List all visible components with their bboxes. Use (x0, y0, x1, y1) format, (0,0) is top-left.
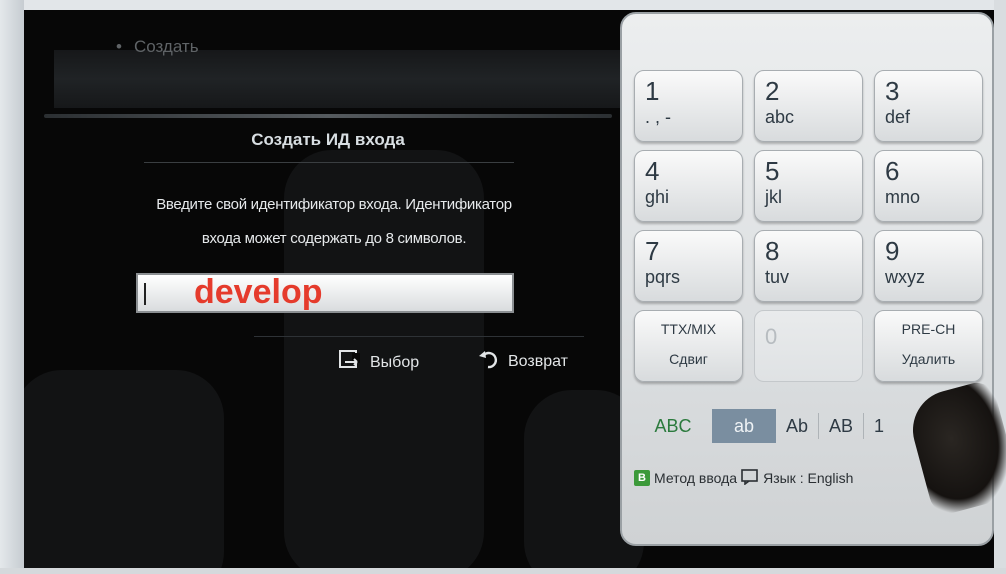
key-number: 3 (885, 76, 900, 106)
back-hint[interactable]: Возврат (478, 349, 568, 374)
key-number: 2 (765, 76, 780, 106)
key-0[interactable]: 0 (754, 310, 863, 382)
login-id-input[interactable]: develop (136, 273, 514, 313)
key-number: 8 (765, 236, 780, 266)
key-3[interactable]: 3 def (874, 70, 983, 142)
key-letters: tuv (765, 267, 790, 287)
photo-frame-top (0, 0, 1006, 10)
key-letters: mno (885, 187, 921, 207)
description-line: Введите свой идентификатор входа. Иденти… (156, 196, 512, 213)
breadcrumb-label: Создать (133, 37, 199, 56)
bullet-icon: • (116, 37, 122, 56)
key-letters: . , - (645, 107, 671, 127)
key-ttx-shift[interactable]: TTX/MIX Сдвиг (634, 310, 743, 382)
title-divider (144, 162, 514, 163)
key-6[interactable]: 6 mno (874, 150, 983, 222)
background-shape (24, 370, 224, 568)
key-5[interactable]: 5 jkl (754, 150, 863, 222)
key-letters: def (885, 107, 911, 127)
mode-lowercase[interactable]: ab (712, 409, 776, 443)
select-hint[interactable]: Выбор (338, 349, 419, 376)
key-bottom-label: Удалить (901, 351, 956, 367)
enter-icon (338, 349, 362, 376)
key-letters: abc (765, 107, 795, 127)
select-label: Выбор (370, 353, 420, 371)
key-bottom-label: Сдвиг (669, 351, 708, 367)
mode-abc[interactable]: ABC (634, 409, 712, 443)
dialog-top-divider (44, 114, 612, 118)
key-letters: jkl (765, 187, 782, 207)
back-label: Возврат (508, 352, 568, 370)
login-id-value: develop (194, 273, 323, 311)
key-number: 1 (645, 76, 660, 106)
language-icon (741, 468, 759, 488)
language-label[interactable]: Язык : English (763, 470, 853, 486)
key-number: 0 (765, 324, 778, 349)
breadcrumb: • Создать (116, 37, 199, 57)
key-letters: ghi (645, 187, 670, 207)
key-number: 6 (885, 156, 900, 186)
dialog-title: Создать ИД входа (251, 130, 405, 149)
key-number: 9 (885, 236, 900, 266)
input-method-label[interactable]: Метод ввода (654, 470, 737, 486)
key-prech-delete[interactable]: PRE-CH Удалить (874, 310, 983, 382)
menu-highlight-band (54, 50, 644, 108)
b-button-badge: B (634, 470, 650, 486)
description-line: входа может содержать до 8 символов. (201, 230, 467, 247)
text-cursor (144, 283, 146, 305)
dialog-description: Введите свой идентификатор входа. Иденти… (64, 188, 604, 256)
dialog-bottom-divider (254, 336, 584, 337)
photo-frame-left (0, 0, 24, 574)
key-letters: pqrs (645, 267, 681, 287)
key-number: 5 (765, 156, 780, 186)
key-top-label: TTX/MIX (660, 321, 717, 337)
key-number: 4 (645, 156, 660, 186)
key-4[interactable]: 4 ghi (634, 150, 743, 222)
mode-numeric[interactable]: 1 (864, 409, 894, 443)
key-letters: wxyz (885, 267, 925, 287)
mode-uppercase[interactable]: AB (819, 409, 863, 443)
mode-capitalized[interactable]: Ab (776, 409, 818, 443)
key-top-label: PRE-CH (901, 321, 956, 337)
return-icon (478, 349, 500, 374)
photo-frame-bottom (0, 568, 1006, 574)
key-8[interactable]: 8 tuv (754, 230, 863, 302)
key-7[interactable]: 7 pqrs (634, 230, 743, 302)
key-9[interactable]: 9 wxyz (874, 230, 983, 302)
key-1[interactable]: 1 . , - (634, 70, 743, 142)
key-2[interactable]: 2 abc (754, 70, 863, 142)
key-number: 7 (645, 236, 660, 266)
